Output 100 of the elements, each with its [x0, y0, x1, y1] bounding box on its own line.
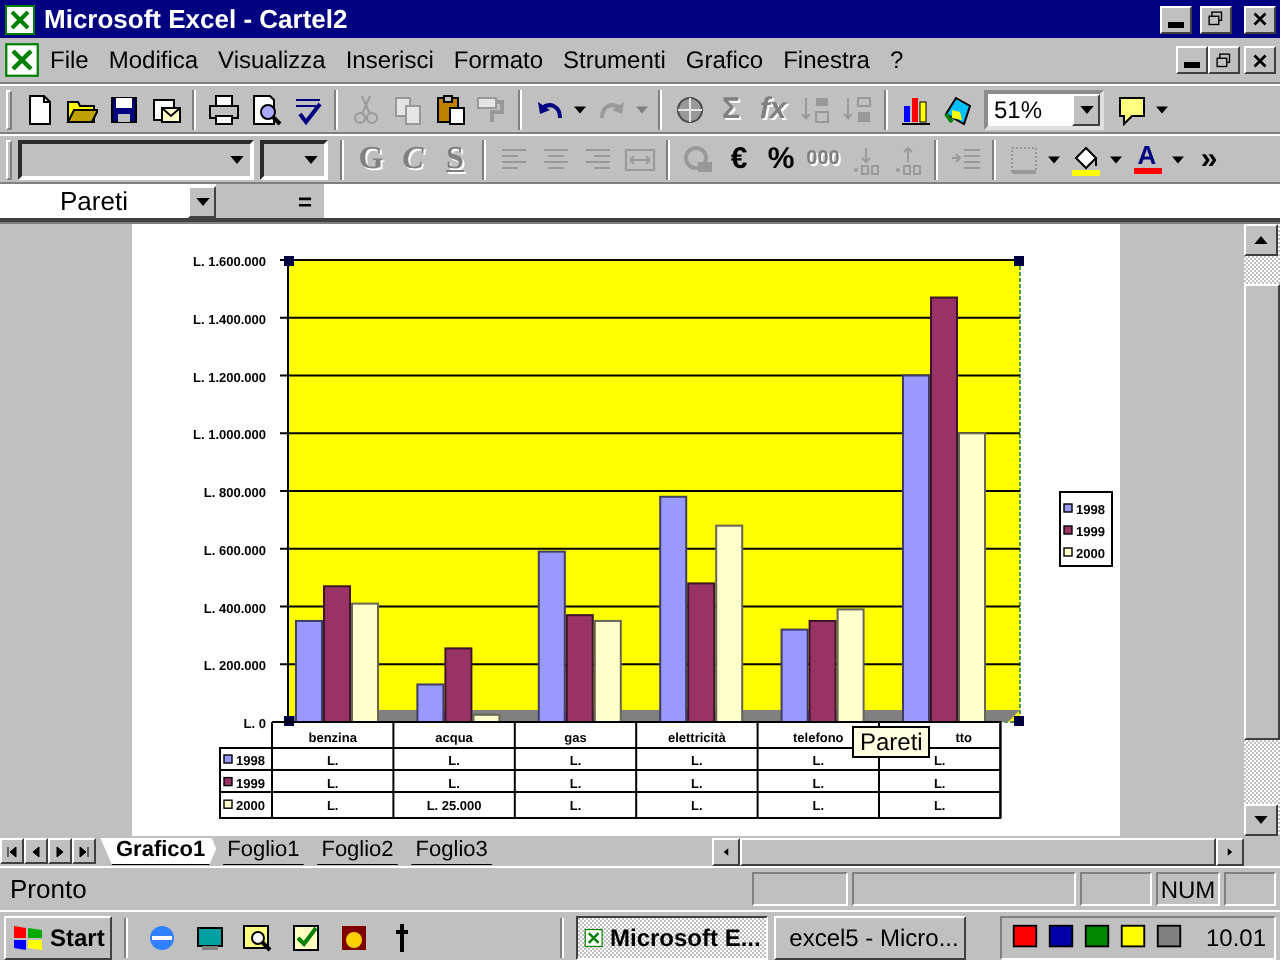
menu-item[interactable]: ? — [879, 44, 914, 76]
status-indicator: NUM — [1156, 872, 1220, 906]
tab-scroll-button[interactable] — [0, 838, 24, 864]
legend-key — [1063, 525, 1073, 535]
close-button[interactable] — [1244, 5, 1276, 33]
bar[interactable] — [836, 608, 865, 723]
caret-icon — [574, 105, 586, 113]
close-icon — [1248, 8, 1272, 30]
equals-sign: = — [297, 185, 312, 219]
selection-handle[interactable] — [284, 716, 294, 726]
envelope-icon[interactable] — [149, 93, 181, 125]
tab-scroll-button[interactable] — [72, 838, 96, 864]
name-box[interactable]: Pareti — [0, 184, 216, 218]
scroll-left-button[interactable] — [712, 837, 740, 865]
font-combo[interactable] — [18, 139, 254, 179]
font-size-combo[interactable] — [260, 139, 328, 179]
tab-scroll-button[interactable] — [48, 838, 72, 864]
bar[interactable] — [444, 647, 473, 723]
arrow-icon — [76, 843, 92, 859]
bar-chart-icon[interactable] — [899, 93, 931, 125]
minimize-button[interactable] — [1160, 5, 1192, 33]
preview-icon[interactable] — [249, 93, 281, 125]
menu-item[interactable]: Formato — [443, 44, 554, 76]
legend[interactable] — [1059, 491, 1113, 567]
selection-handle[interactable] — [1014, 716, 1024, 726]
arrow-icon — [1254, 236, 1268, 244]
bar[interactable] — [416, 683, 445, 723]
caret-icon — [636, 105, 648, 113]
restore-icon — [1204, 8, 1228, 30]
caret-icon — [1079, 105, 1093, 113]
desktop-icon[interactable] — [193, 921, 226, 953]
menu-item[interactable]: Strumenti — [553, 44, 676, 76]
help-icon[interactable] — [1115, 93, 1147, 125]
status-pane — [1080, 872, 1152, 906]
caret-icon — [303, 155, 317, 163]
minimize-icon — [1168, 21, 1184, 27]
tab-scroll-button[interactable] — [24, 838, 48, 864]
minimize-button[interactable] — [1176, 46, 1208, 74]
status-text: Pronto — [10, 871, 87, 908]
menu-item[interactable]: Visualizza — [208, 44, 336, 76]
start-button[interactable]: Start — [4, 915, 113, 959]
formula-field[interactable] — [324, 184, 1280, 218]
caret-icon — [1172, 155, 1184, 163]
spelling-icon[interactable] — [291, 93, 323, 125]
scroll-thumb[interactable] — [1244, 284, 1280, 740]
checklist-icon[interactable] — [289, 921, 322, 953]
vertical-scrollbar[interactable] — [1244, 224, 1280, 836]
page-icon[interactable] — [23, 93, 55, 125]
arrow-icon — [4, 843, 20, 859]
status-pane — [752, 872, 848, 906]
taskbar-button[interactable]: excel5 - Micro... — [774, 915, 967, 959]
excel-icon — [4, 3, 36, 35]
restore-button[interactable] — [1208, 46, 1240, 74]
media-icon[interactable] — [337, 921, 370, 953]
paint-bucket-icon[interactable] — [1069, 143, 1101, 175]
scroll-down-button[interactable] — [1244, 804, 1278, 836]
bar[interactable] — [537, 550, 566, 723]
restore-button[interactable] — [1200, 5, 1232, 33]
menu-item[interactable]: Finestra — [773, 44, 880, 76]
caret-icon — [229, 155, 243, 163]
taskbar-button[interactable]: Microsoft E... — [576, 915, 769, 959]
restore-icon — [1212, 49, 1236, 71]
browser-icon[interactable] — [145, 921, 178, 953]
minimize-icon — [1184, 62, 1200, 68]
zoom-combo[interactable]: 51% — [984, 89, 1104, 129]
status-pane — [1224, 872, 1276, 906]
bar[interactable] — [472, 713, 501, 723]
menu-item[interactable]: Inserisci — [335, 44, 444, 76]
toolbar-button[interactable]: € — [718, 137, 760, 181]
arrow-icon — [1224, 843, 1236, 859]
tooltip: Pareti — [852, 726, 931, 758]
caret-icon — [1110, 155, 1122, 163]
sheet-tab[interactable]: Grafico1 — [100, 837, 222, 865]
menu-item[interactable]: File — [40, 44, 99, 76]
clipboard-icon[interactable] — [433, 93, 465, 125]
printer-icon[interactable] — [207, 93, 239, 125]
map-icon[interactable] — [941, 93, 973, 125]
bar[interactable] — [780, 628, 809, 723]
windows-logo-icon — [12, 921, 44, 953]
caret-icon — [1156, 105, 1168, 113]
menu-item[interactable]: Modifica — [98, 44, 209, 76]
search-icon[interactable] — [241, 921, 274, 953]
font-color-button[interactable]: A — [1126, 137, 1168, 181]
caret-icon — [1048, 155, 1060, 163]
caret-icon — [195, 197, 209, 205]
excel-icon — [4, 42, 40, 78]
legend-key — [1063, 503, 1073, 513]
menu-item[interactable]: Grafico — [675, 44, 774, 76]
toolbar-button[interactable]: % — [760, 137, 802, 181]
bar[interactable] — [593, 619, 622, 723]
floppy-icon[interactable] — [107, 93, 139, 125]
toolbar-button[interactable]: » — [1188, 137, 1230, 181]
selection-handle[interactable] — [1014, 256, 1024, 266]
selection-handle[interactable] — [284, 256, 294, 266]
window-title: Microsoft Excel - Cartel2 — [44, 1, 350, 38]
legend-key — [1063, 547, 1073, 557]
scroll-right-button[interactable] — [1216, 837, 1244, 865]
close-button[interactable] — [1244, 46, 1276, 74]
scroll-up-button[interactable] — [1244, 224, 1278, 256]
arrow-icon — [720, 843, 732, 859]
